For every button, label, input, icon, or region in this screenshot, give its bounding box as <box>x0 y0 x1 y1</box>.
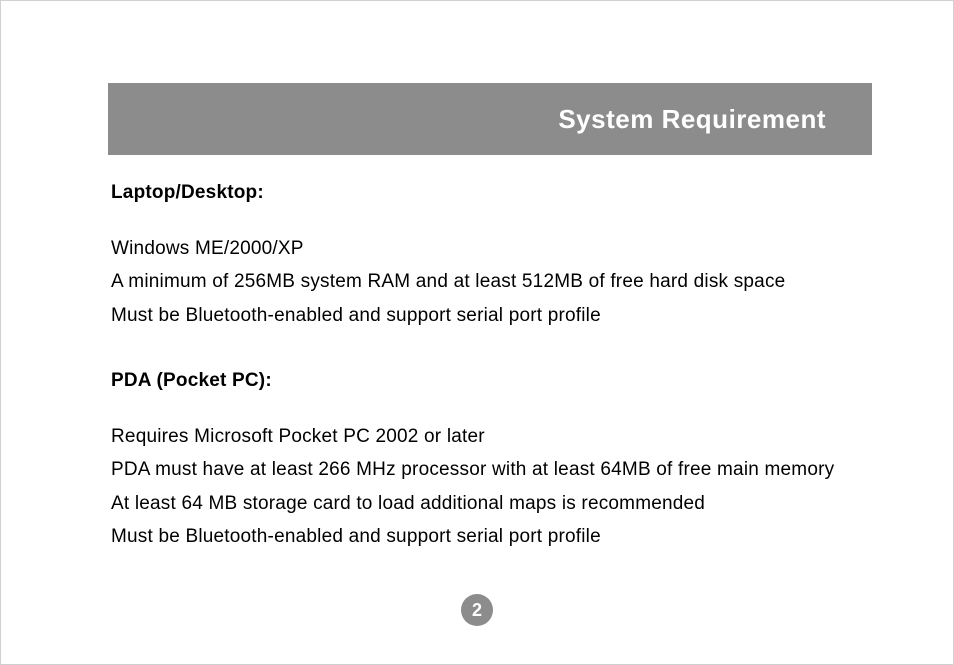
document-page: System Requirement Laptop/Desktop: Windo… <box>0 0 954 665</box>
laptop-line-3: Must be Bluetooth-enabled and support se… <box>111 302 871 330</box>
page-number-badge: 2 <box>461 594 493 626</box>
page-number: 2 <box>472 600 482 621</box>
content-area: Laptop/Desktop: Windows ME/2000/XP A min… <box>111 179 871 557</box>
pda-line-1: Requires Microsoft Pocket PC 2002 or lat… <box>111 423 871 451</box>
laptop-line-1: Windows ME/2000/XP <box>111 235 871 263</box>
pda-line-3: At least 64 MB storage card to load addi… <box>111 490 871 518</box>
section-spacer <box>111 335 871 367</box>
pda-line-4: Must be Bluetooth-enabled and support se… <box>111 523 871 551</box>
pda-line-2: PDA must have at least 266 MHz processor… <box>111 456 871 484</box>
header-bar: System Requirement <box>108 83 872 155</box>
laptop-desktop-heading: Laptop/Desktop: <box>111 179 871 207</box>
laptop-line-2: A minimum of 256MB system RAM and at lea… <box>111 268 871 296</box>
pda-heading: PDA (Pocket PC): <box>111 367 871 395</box>
page-title: System Requirement <box>558 104 826 135</box>
